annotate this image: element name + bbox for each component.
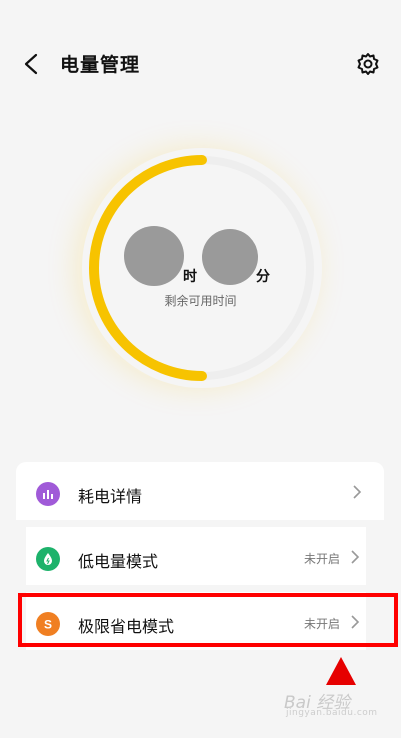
- bar-chart-icon: [36, 482, 60, 506]
- menu-item-label: 耗电详情: [78, 487, 143, 506]
- red-arrow-annotation: [326, 657, 356, 685]
- minute-unit-label: 分: [256, 269, 270, 285]
- remaining-time-label: 剩余可用时间: [164, 294, 237, 308]
- redacted-minutes: [202, 229, 258, 285]
- battery-ring: [82, 148, 322, 388]
- drop-icon: [36, 547, 60, 571]
- chevron-right-icon: [348, 549, 362, 565]
- page-title: 电量管理: [60, 54, 141, 76]
- hour-unit-label: 时: [183, 269, 197, 285]
- menu-item-power-details[interactable]: 耗电详情: [16, 462, 384, 520]
- menu-item-low-power-mode[interactable]: 低电量模式 未开启: [26, 527, 366, 585]
- status-label: 未开启: [303, 552, 340, 566]
- battery-ring-graphic: [89, 155, 314, 381]
- menu-item-label: 低电量模式: [78, 552, 159, 571]
- back-icon[interactable]: [18, 50, 46, 78]
- redacted-hours: [124, 226, 184, 286]
- watermark-url: jingyan.baidu.com: [286, 708, 378, 718]
- gear-icon[interactable]: [354, 50, 382, 78]
- top-bar: 电量管理: [0, 0, 401, 120]
- chevron-right-icon: [350, 484, 364, 500]
- highlight-box: [18, 593, 398, 647]
